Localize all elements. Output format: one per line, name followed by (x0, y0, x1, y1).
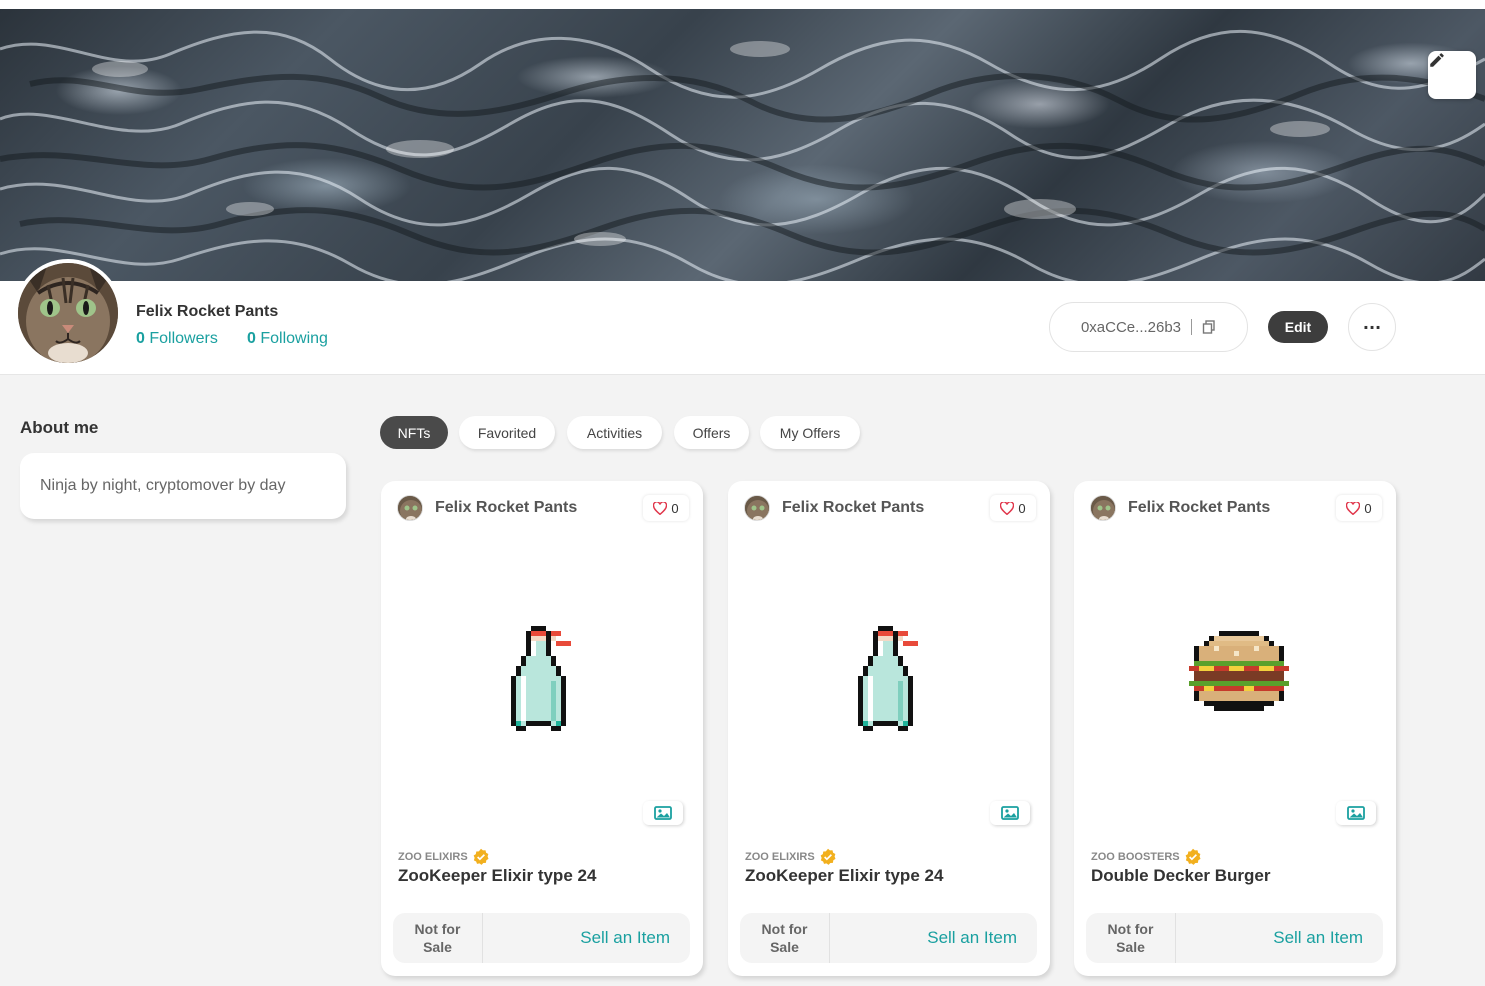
sale-status: Not for Sale (393, 913, 483, 963)
following-count: 0 (247, 330, 256, 347)
collection-label: ZOO ELIXIRS (398, 851, 468, 863)
sale-status-line-2: Sale (770, 939, 799, 955)
following-label: Following (260, 330, 328, 347)
elixir-bottle-art (858, 626, 918, 731)
owner-avatar[interactable] (397, 495, 423, 521)
like-count: 0 (1018, 500, 1026, 516)
verified-badge-icon (820, 848, 836, 865)
followers-link[interactable]: 0 Followers (136, 330, 218, 348)
water-ripples (0, 30, 1485, 281)
like-count: 0 (1364, 500, 1372, 516)
cat-avatar-image (398, 496, 422, 520)
about-bio: Ninja by night, cryptomover by day (20, 453, 346, 519)
media-type-badge (1336, 801, 1376, 825)
sell-item-button[interactable]: Sell an Item (483, 928, 690, 948)
heart-icon (1346, 501, 1361, 515)
elixir-bottle-art (511, 626, 571, 731)
profile-avatar (14, 259, 122, 367)
nft-artwork[interactable] (1184, 621, 1289, 751)
sale-status-line-1: Not for (761, 921, 808, 937)
sell-item-button[interactable]: Sell an Item (830, 928, 1037, 948)
media-type-badge (643, 801, 683, 825)
verified-badge-icon (473, 848, 489, 865)
following-link[interactable]: 0 Following (247, 330, 328, 348)
collection-name[interactable]: ZOO BOOSTERS (1091, 848, 1202, 866)
card-footer: Not for Sale Sell an Item (1086, 913, 1383, 963)
owner-name[interactable]: Felix Rocket Pants (435, 499, 577, 517)
heart-icon (653, 501, 668, 515)
sale-status: Not for Sale (740, 913, 830, 963)
tab-offers[interactable]: Offers (674, 416, 749, 449)
profile-name: Felix Rocket Pants (136, 303, 279, 320)
nft-card[interactable]: Felix Rocket Pants 0 (1074, 481, 1396, 976)
nft-card[interactable]: Felix Rocket Pants 0 (381, 481, 703, 976)
sale-status-line-2: Sale (1116, 939, 1145, 955)
card-footer: Not for Sale Sell an Item (740, 913, 1037, 963)
copy-icon[interactable] (1202, 320, 1216, 334)
owner-name[interactable]: Felix Rocket Pants (782, 499, 924, 517)
like-button[interactable]: 0 (643, 495, 689, 521)
profile-banner-image (0, 9, 1485, 281)
tab-nfts[interactable]: NFTs (380, 416, 448, 449)
top-strip (0, 0, 1485, 9)
image-icon (654, 806, 672, 820)
like-button[interactable]: 0 (990, 495, 1036, 521)
followers-count: 0 (136, 330, 145, 347)
media-type-badge (990, 801, 1030, 825)
like-button[interactable]: 0 (1336, 495, 1382, 521)
heart-icon (1000, 501, 1015, 515)
profile-header (0, 281, 1485, 375)
wallet-address: 0xaCCe...26b3 (1080, 318, 1182, 336)
wallet-address-pill[interactable]: 0xaCCe...26b3 (1049, 302, 1248, 352)
nft-name[interactable]: Double Decker Burger (1091, 866, 1271, 886)
like-count: 0 (671, 500, 679, 516)
tab-my-offers[interactable]: My Offers (760, 416, 860, 449)
nft-name[interactable]: ZooKeeper Elixir type 24 (745, 866, 943, 886)
edit-banner-button[interactable] (1428, 51, 1476, 99)
burger-art (1189, 631, 1289, 711)
tab-activities[interactable]: Activities (567, 416, 662, 449)
image-icon (1001, 806, 1019, 820)
image-icon (1347, 806, 1365, 820)
collection-name[interactable]: ZOO ELIXIRS (745, 848, 837, 866)
tab-favorited[interactable]: Favorited (459, 416, 555, 449)
collection-label: ZOO ELIXIRS (745, 851, 815, 863)
owner-avatar[interactable] (744, 495, 770, 521)
followers-label: Followers (149, 330, 218, 347)
verified-badge-icon (1185, 848, 1201, 865)
cat-avatar-image (18, 263, 118, 363)
nft-card[interactable]: Felix Rocket Pants 0 (728, 481, 1050, 976)
nft-artwork[interactable] (838, 621, 938, 751)
sale-status-line-1: Not for (1107, 921, 1154, 937)
sale-status-line-1: Not for (414, 921, 461, 937)
owner-avatar[interactable] (1090, 495, 1116, 521)
nft-name[interactable]: ZooKeeper Elixir type 24 (398, 866, 596, 886)
pencil-icon (1430, 53, 1444, 67)
sell-item-button[interactable]: Sell an Item (1176, 928, 1383, 948)
sale-status: Not for Sale (1086, 913, 1176, 963)
cat-avatar-image (1091, 496, 1115, 520)
nft-artwork[interactable] (491, 621, 591, 751)
card-footer: Not for Sale Sell an Item (393, 913, 690, 963)
owner-name[interactable]: Felix Rocket Pants (1128, 499, 1270, 517)
collection-name[interactable]: ZOO ELIXIRS (398, 848, 490, 866)
cat-avatar-image (745, 496, 769, 520)
edit-profile-button[interactable]: Edit (1268, 311, 1328, 343)
collection-label: ZOO BOOSTERS (1091, 851, 1180, 863)
divider (1191, 319, 1193, 335)
about-title: About me (20, 418, 99, 437)
sale-status-line-2: Sale (423, 939, 452, 955)
more-options-button[interactable]: ··· (1348, 303, 1396, 351)
